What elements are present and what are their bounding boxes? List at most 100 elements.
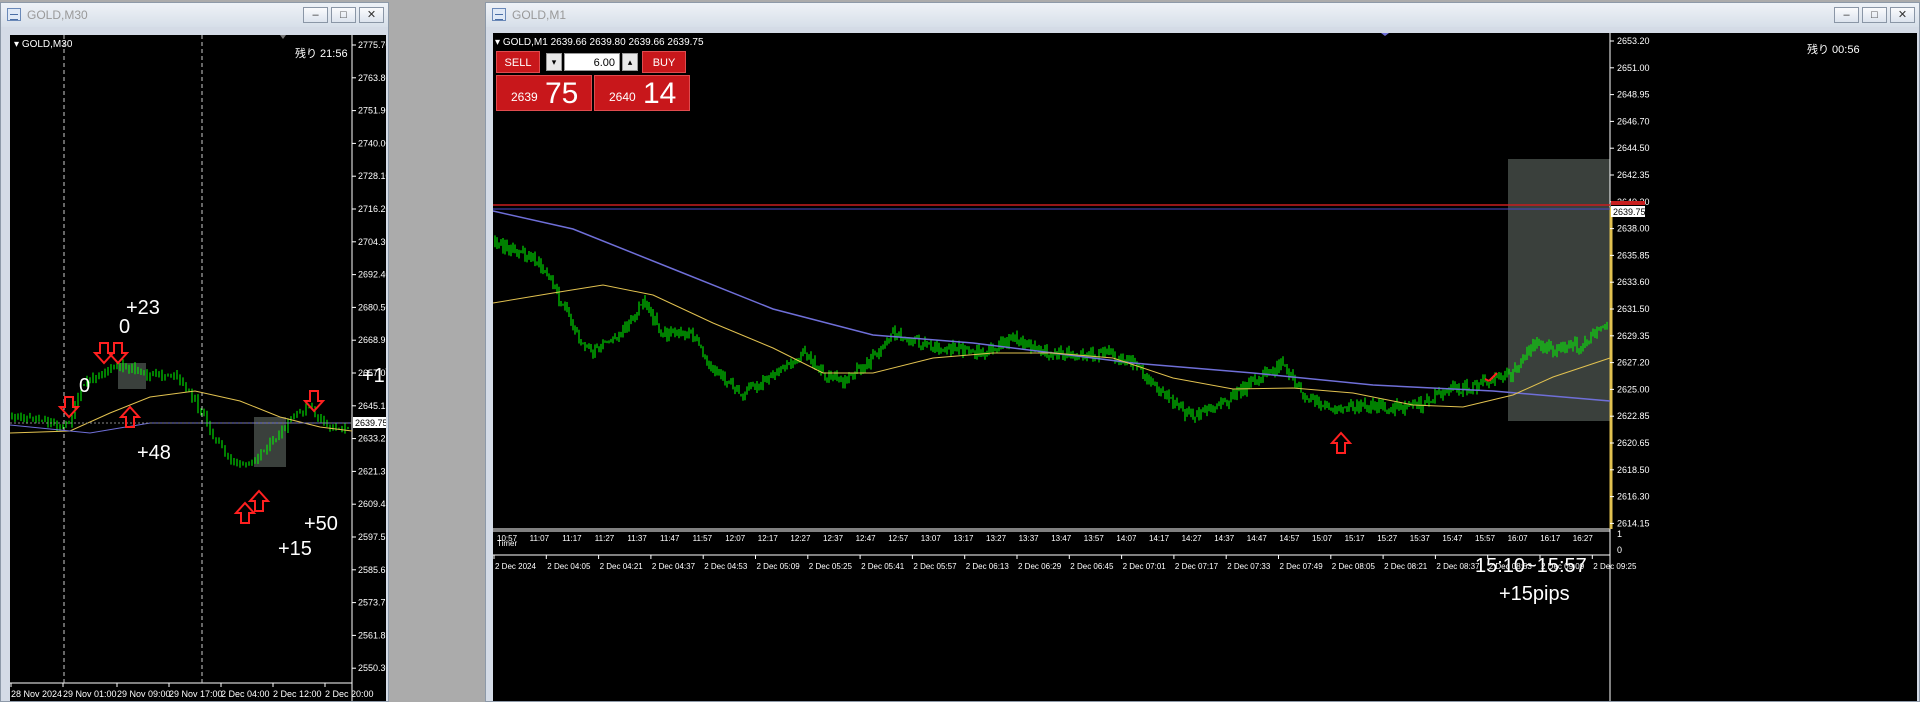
y-tick-label: 2614.15 xyxy=(1617,518,1650,528)
subwindow-label: Timer xyxy=(497,539,517,548)
y-tick-label: 2561.85 xyxy=(358,630,386,640)
y-tick-label: 2642.35 xyxy=(1617,170,1650,180)
annotation-zero-left: 0 xyxy=(79,375,91,397)
y-tick-label: 2638.00 xyxy=(1617,224,1650,234)
remaining-time: 残り 21:56 xyxy=(295,48,348,60)
y-tick-label: 2728.10 xyxy=(358,171,386,181)
m30-chart-canvas: 2775.70 2763.80 2751.90 2740.00 2728.10 2716.… xyxy=(10,35,386,701)
sub-time-label: 12:27 xyxy=(790,534,811,543)
y-tick-label: 2763.80 xyxy=(358,73,386,83)
y-tick-label: 2668.95 xyxy=(358,335,386,345)
sub-time-label: 16:17 xyxy=(1540,534,1561,543)
sub-time-label: 16:27 xyxy=(1573,534,1594,543)
y-tick-label: 2648.95 xyxy=(1617,90,1650,100)
sub-time-label: 14:37 xyxy=(1214,534,1235,543)
sell-button[interactable]: SELL xyxy=(496,51,540,73)
sub-time-label: 15:37 xyxy=(1410,534,1431,543)
y-tick-label: 2625.00 xyxy=(1617,384,1650,394)
x-tick-label: 2 Dec 06:13 xyxy=(966,562,1010,571)
annotation-plus48: +48 xyxy=(137,442,171,464)
annotation-plus17: +17 xyxy=(362,365,386,387)
sub-time-label: 15:27 xyxy=(1377,534,1398,543)
title-bar[interactable]: GOLD,M1 – □ ✕ xyxy=(486,3,1919,27)
sub-time-label: 15:57 xyxy=(1475,534,1496,543)
lot-decrease-button[interactable]: ▾ xyxy=(546,53,562,71)
close-button[interactable]: ✕ xyxy=(1890,7,1915,23)
y-tick-label: 2620.65 xyxy=(1617,438,1650,448)
y-tick-label: 2644.50 xyxy=(1617,143,1650,153)
x-tick-label: 2 Dec 05:09 xyxy=(757,562,801,571)
chart-m1[interactable]: 2653.20 2651.00 2648.95 2646.70 2644.50 2642.… xyxy=(493,33,1917,701)
y-tick-label: 2622.85 xyxy=(1617,411,1650,421)
x-tick-label: 2 Dec 07:01 xyxy=(1123,562,1167,571)
y-tick-label: 2616.30 xyxy=(1617,492,1650,502)
maximize-button[interactable]: □ xyxy=(331,7,356,23)
gold-m30-window: GOLD,M30 – □ ✕ 2775.70 2763.80 2751.90 2740… xyxy=(0,2,389,702)
sub-time-label: 11:47 xyxy=(660,534,680,543)
x-tick-label: 2 Dec 08:21 xyxy=(1384,562,1428,571)
sub-time-label: 14:47 xyxy=(1247,534,1268,543)
sub-time-label: 15:47 xyxy=(1442,534,1463,543)
sub-time-label: 12:37 xyxy=(823,534,844,543)
chart-m30[interactable]: 2775.70 2763.80 2751.90 2740.00 2728.10 2716.… xyxy=(10,35,386,701)
y-tick-label: 2629.35 xyxy=(1617,331,1650,341)
bid-price-small: 2639 xyxy=(511,90,538,104)
sub-time-label: 12:17 xyxy=(758,534,779,543)
x-tick-label: 2 Dec 06:45 xyxy=(1070,562,1114,571)
bid-price-button[interactable]: 2639 75 xyxy=(496,75,592,111)
x-tick-label: 2 Dec 05:57 xyxy=(913,562,957,571)
chart-window-icon xyxy=(7,8,21,21)
sell-arrow-icon xyxy=(302,390,326,413)
annotation-pips: +15pips xyxy=(1499,583,1570,605)
sub-time-label: 13:47 xyxy=(1051,534,1072,543)
sub-time-label: 16:07 xyxy=(1508,534,1529,543)
minimize-button[interactable]: – xyxy=(1834,7,1859,23)
lot-increase-button[interactable]: ▴ xyxy=(622,53,638,71)
maximize-button[interactable]: □ xyxy=(1862,7,1887,23)
x-tick-label: 2 Dec 07:33 xyxy=(1227,562,1271,571)
x-tick-label: 2 Dec 08:37 xyxy=(1436,562,1480,571)
y-tick-label: 2716.20 xyxy=(358,204,386,214)
y-tick-label: 2740.00 xyxy=(358,138,386,148)
moving-average-slow xyxy=(493,210,1611,402)
ask-price-button[interactable]: 2640 14 xyxy=(594,75,690,111)
x-tick-label: 2 Dec 12:00 xyxy=(273,689,322,699)
sub-time-label: 14:17 xyxy=(1149,534,1170,543)
sub-time-label: 14:57 xyxy=(1279,534,1300,543)
ask-price-big: 14 xyxy=(643,77,677,110)
sub-time-label: 13:07 xyxy=(921,534,942,543)
y-tick-label: 2631.50 xyxy=(1617,304,1650,314)
chart-window-icon xyxy=(492,8,506,21)
x-tick-label: 28 Nov 2024 xyxy=(11,689,62,699)
annotation-plus23: +23 xyxy=(126,297,160,319)
ask-marker xyxy=(1611,201,1645,205)
window-title: GOLD,M1 xyxy=(512,8,567,22)
x-tick-label: 2 Dec 04:53 xyxy=(704,562,748,571)
sub-time-label: 13:27 xyxy=(986,534,1007,543)
price-label: 2639.75 xyxy=(355,418,386,428)
y-tick-label: 2585.65 xyxy=(358,565,386,575)
y-tick-label: 2550.30 xyxy=(358,663,386,673)
m1-chart-canvas: 2653.20 2651.00 2648.95 2646.70 2644.50 2642.… xyxy=(493,33,1650,701)
annotation-time-range: 15:10~15:57 xyxy=(1475,555,1587,577)
minimize-button[interactable]: – xyxy=(303,7,328,23)
ask-price-small: 2640 xyxy=(609,90,636,104)
annotation-plus15: +15 xyxy=(278,538,312,560)
sub-time-label: 12:57 xyxy=(888,534,909,543)
y-tick-label: 2633.25 xyxy=(358,434,386,444)
sub-time-label: 14:27 xyxy=(1182,534,1203,543)
bid-price-big: 75 xyxy=(545,77,579,110)
x-tick-label: 2 Dec 04:37 xyxy=(652,562,696,571)
buy-button[interactable]: BUY xyxy=(642,51,686,73)
y-tick-label: 2627.20 xyxy=(1617,358,1650,368)
price-label: 2639.75 xyxy=(1613,207,1646,217)
x-tick-label: 2 Dec 04:21 xyxy=(600,562,644,571)
y-tick-label: 2621.35 xyxy=(358,466,386,476)
buy-arrow-icon xyxy=(118,405,142,428)
title-bar[interactable]: GOLD,M30 – □ ✕ xyxy=(1,3,388,27)
lot-size-input[interactable]: 6.00 xyxy=(564,53,620,71)
sub-time-label: 11:37 xyxy=(627,534,647,543)
sub-time-label: 11:27 xyxy=(595,534,615,543)
close-button[interactable]: ✕ xyxy=(359,7,384,23)
sell-arrow-icon xyxy=(106,342,130,365)
